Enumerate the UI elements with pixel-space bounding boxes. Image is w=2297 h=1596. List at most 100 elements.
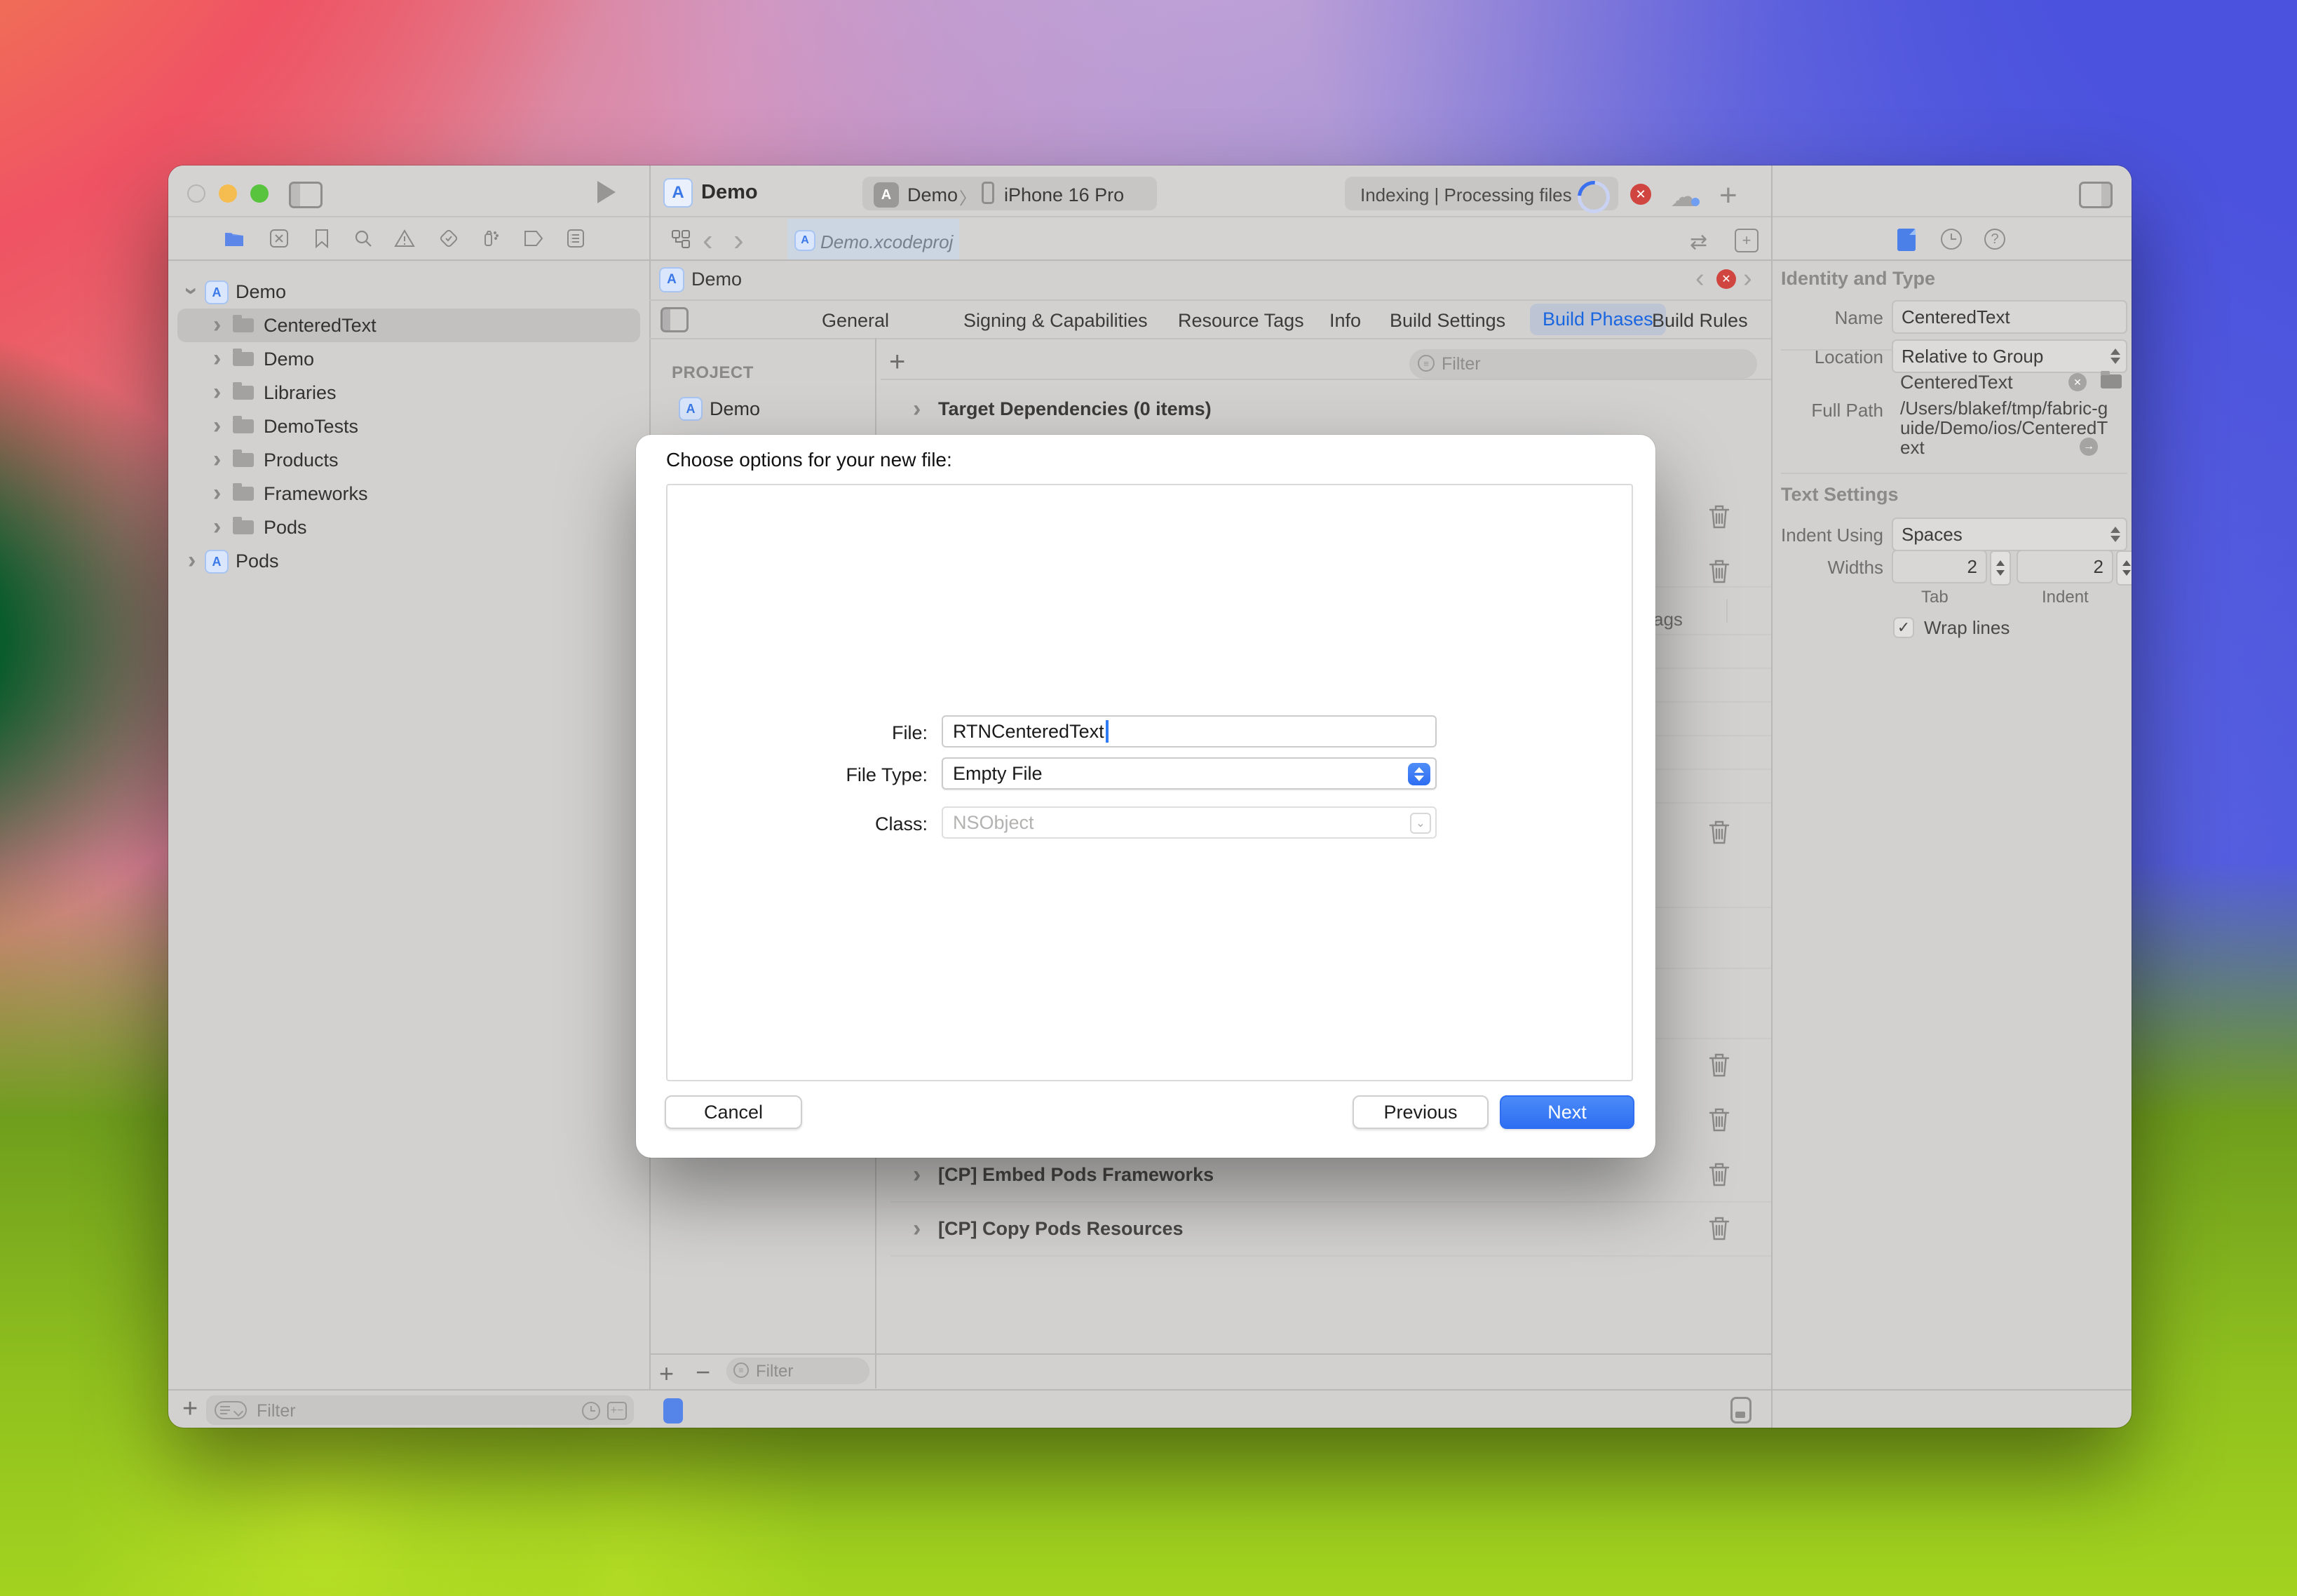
report-navigator-icon[interactable] — [567, 229, 585, 248]
cancel-button[interactable]: Cancel — [665, 1095, 802, 1129]
disclosure-icon[interactable]: › — [188, 548, 196, 572]
tab-general[interactable]: General — [822, 310, 889, 332]
delete-phase-button[interactable] — [1707, 502, 1731, 530]
choose-folder-icon[interactable] — [2101, 374, 2122, 388]
flag-filter-icon[interactable]: +− — [607, 1402, 627, 1420]
phase-disclosure-icon[interactable]: › — [913, 397, 921, 421]
phase-target-dependencies[interactable]: Target Dependencies (0 items) — [938, 398, 1212, 420]
tree-item-centeredtext[interactable]: › CenteredText — [168, 309, 649, 342]
phase-disclosure-icon[interactable]: › — [913, 1163, 921, 1186]
swap-editor-icon[interactable]: ⇄ — [1690, 230, 1707, 255]
debug-navigator-icon[interactable] — [480, 227, 501, 248]
tab-width-field[interactable]: 2 — [1892, 550, 1987, 583]
tree-item-demo-project[interactable]: › A Demo — [168, 275, 649, 309]
phases-filter-field[interactable]: ≡ Filter — [1409, 349, 1757, 379]
disclosure-expanded-icon[interactable]: › — [180, 287, 204, 295]
add-editor-icon[interactable]: + — [1735, 229, 1759, 252]
close-button[interactable] — [187, 184, 205, 203]
delete-phase-button[interactable] — [1707, 1105, 1731, 1133]
tab-resource-tags[interactable]: Resource Tags — [1178, 310, 1304, 332]
disclosure-icon[interactable]: › — [213, 515, 221, 539]
help-inspector-icon[interactable]: ? — [1984, 229, 2005, 250]
project-navigator-icon[interactable] — [224, 230, 244, 248]
toggle-inspector-icon[interactable] — [2079, 182, 2113, 208]
tab-build-phases[interactable]: Build Phases — [1530, 304, 1666, 335]
tab-signing-capabilities[interactable]: Signing & Capabilities — [963, 310, 1148, 332]
test-navigator-icon[interactable] — [439, 229, 459, 248]
clear-group-icon[interactable]: ✕ — [2068, 373, 2087, 391]
tab-build-settings[interactable]: Build Settings — [1390, 310, 1505, 332]
name-field[interactable]: CenteredText — [1892, 300, 2127, 334]
cloud-icon[interactable]: ☁ — [1670, 181, 1698, 213]
file-type-popup[interactable]: Empty File — [942, 757, 1437, 790]
delete-phase-button[interactable] — [1707, 557, 1731, 585]
tree-item-frameworks[interactable]: › Frameworks — [168, 477, 649, 510]
disclosure-icon[interactable]: › — [213, 380, 221, 404]
delete-phase-button[interactable] — [1707, 1050, 1731, 1078]
phase-copy-pods[interactable]: [CP] Copy Pods Resources — [938, 1218, 1184, 1240]
disclosure-icon[interactable]: › — [213, 414, 221, 438]
indent-width-stepper[interactable] — [2116, 550, 2132, 586]
indent-using-popup[interactable]: Spaces — [1892, 518, 2127, 551]
source-control-navigator-icon[interactable] — [269, 229, 289, 248]
tab-info[interactable]: Info — [1329, 310, 1361, 332]
add-item-button[interactable]: + — [659, 1359, 674, 1388]
tree-item-demo-group[interactable]: › Demo — [168, 342, 649, 376]
delete-phase-button[interactable] — [1707, 1214, 1731, 1242]
tree-item-pods-group[interactable]: › Pods — [168, 510, 649, 544]
project-item[interactable]: Demo — [710, 398, 760, 420]
file-name-input[interactable]: RTNCenteredText — [942, 715, 1437, 748]
next-button[interactable]: Next — [1500, 1095, 1634, 1129]
add-toolbar-icon[interactable]: + — [1719, 178, 1737, 213]
jumpbar-item[interactable]: Demo — [691, 269, 742, 290]
editor-sidebar-toggle-icon[interactable] — [660, 307, 689, 332]
next-issue-chevron-icon[interactable]: › — [1743, 264, 1752, 294]
disclosure-icon[interactable]: › — [213, 447, 221, 471]
tree-item-products[interactable]: › Products — [168, 443, 649, 477]
breakpoint-navigator-icon[interactable] — [523, 230, 544, 247]
file-inspector-icon[interactable] — [1897, 229, 1916, 251]
delete-phase-button[interactable] — [1707, 1160, 1731, 1188]
name-label: Name — [1729, 307, 1883, 329]
remove-item-button[interactable]: − — [696, 1358, 710, 1387]
disclosure-icon[interactable]: › — [213, 346, 221, 370]
disclosure-icon[interactable]: › — [213, 481, 221, 505]
add-build-phase-button[interactable]: + — [889, 346, 905, 378]
previous-button[interactable]: Previous — [1353, 1095, 1489, 1129]
phase-disclosure-icon[interactable]: › — [913, 1217, 921, 1240]
back-chevron-icon[interactable]: ‹ — [703, 223, 713, 258]
class-combo[interactable]: NSObject ⌄ — [942, 806, 1437, 839]
error-badge-icon[interactable]: ✕ — [1630, 184, 1651, 205]
toggle-navigator-icon[interactable] — [289, 182, 323, 208]
disclosure-icon[interactable]: › — [213, 313, 221, 337]
code-review-icon[interactable] — [1730, 1397, 1751, 1423]
find-navigator-icon[interactable] — [353, 229, 373, 248]
indent-width-field[interactable]: 2 — [2017, 550, 2113, 583]
file-tab-label[interactable]: Demo.xcodeproj — [820, 231, 953, 253]
wrap-lines-checkbox[interactable]: ✓ — [1893, 617, 1914, 638]
jumpbar-error-badge-icon[interactable]: ✕ — [1716, 269, 1736, 289]
issue-navigator-icon[interactable] — [394, 229, 415, 248]
tree-item-pods-project[interactable]: › A Pods — [168, 544, 649, 578]
history-inspector-icon[interactable] — [1941, 229, 1962, 250]
tab-width-stepper[interactable] — [1990, 550, 2011, 586]
run-button[interactable] — [597, 181, 616, 203]
forward-chevron-icon[interactable]: › — [733, 223, 744, 258]
delete-phase-button[interactable] — [1707, 818, 1731, 846]
phase-embed-pods[interactable]: [CP] Embed Pods Frameworks — [938, 1164, 1214, 1186]
tree-item-demotests[interactable]: › DemoTests — [168, 410, 649, 443]
location-popup[interactable]: Relative to Group — [1892, 339, 2127, 373]
bookmark-navigator-icon[interactable] — [313, 229, 331, 248]
zoom-button[interactable] — [250, 184, 269, 203]
project-filter-field[interactable]: ≡ Filter — [726, 1358, 869, 1384]
open-path-arrow-icon[interactable]: → — [2080, 438, 2098, 456]
minimize-button[interactable] — [219, 184, 237, 203]
add-file-button[interactable]: + — [182, 1394, 198, 1424]
recent-filter-clock-icon[interactable] — [582, 1402, 600, 1420]
navigator-filter-field[interactable]: Filter +− — [206, 1395, 634, 1425]
scheme-destination[interactable]: iPhone 16 Pro — [1004, 184, 1124, 206]
editor-grid-icon[interactable] — [672, 230, 690, 248]
prev-issue-chevron-icon[interactable]: ‹ — [1695, 264, 1705, 294]
scheme-target[interactable]: Demo — [907, 184, 958, 206]
tree-item-libraries[interactable]: › Libraries — [168, 376, 649, 410]
